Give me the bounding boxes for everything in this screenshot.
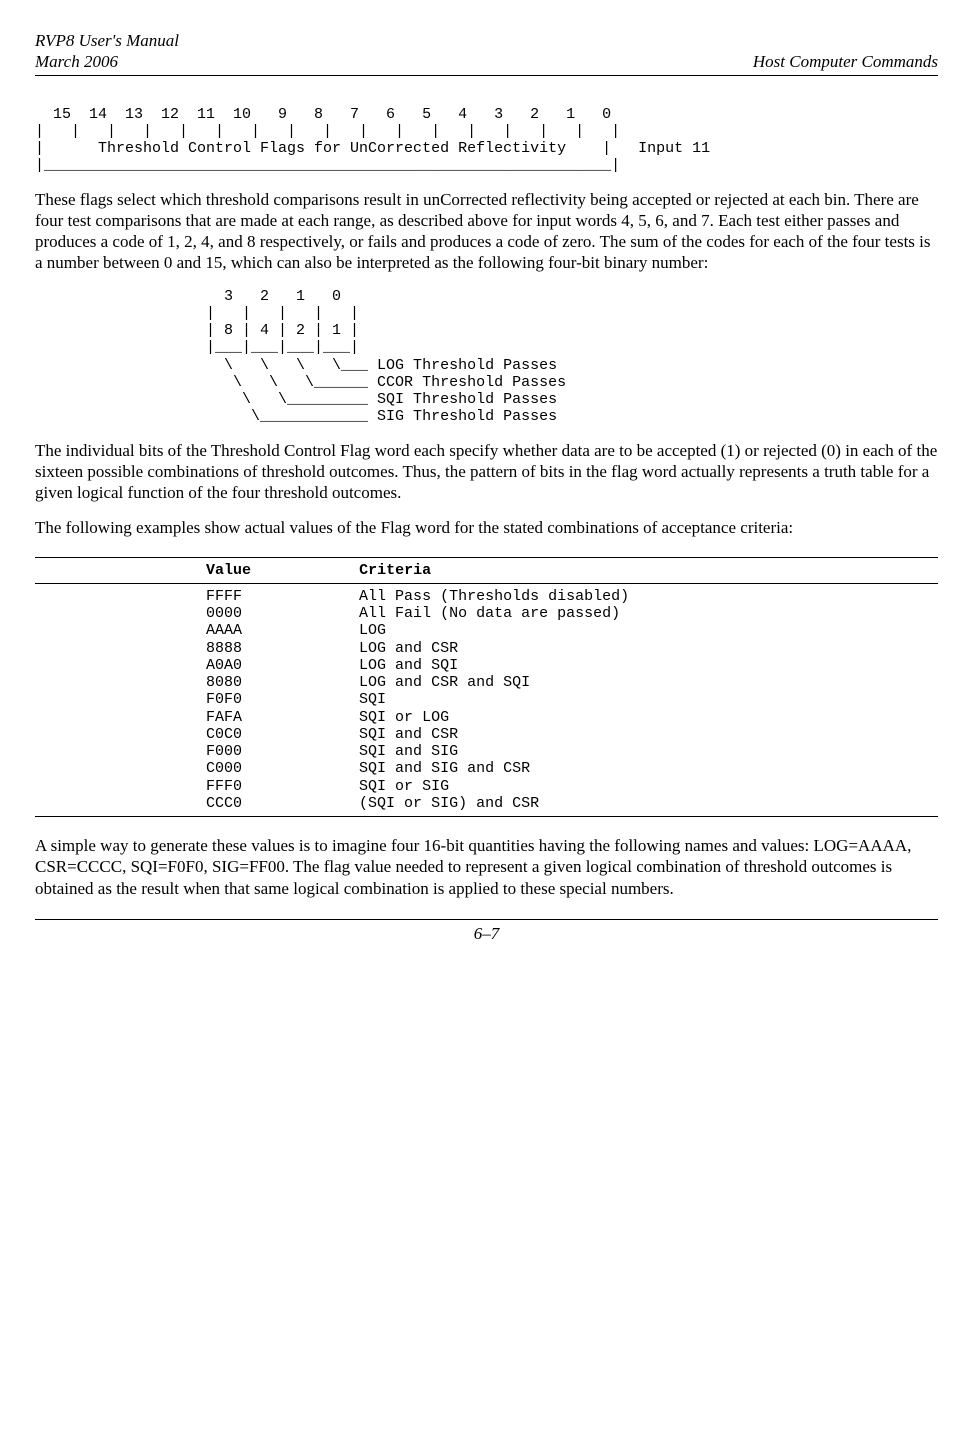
table-rule-top [35,557,938,558]
page-footer: 6–7 [35,919,938,944]
diag2-l2: | | | | | [35,305,359,322]
paragraph-bits-accept-reject: The individual bits of the Threshold Con… [35,440,938,504]
section-title: Host Computer Commands [753,51,938,72]
diag2-l1: 3 2 1 0 [35,288,359,305]
page-header: RVP8 User's Manual March 2006 Host Compu… [35,30,938,76]
bitfield-bottom-row: |_______________________________________… [35,157,620,174]
diag2-l8: \____________ SIG Threshold Passes [35,408,557,425]
bitfield-diagram-input11: 15 14 13 12 11 10 9 8 7 6 5 4 3 2 1 0 | … [35,106,938,175]
paragraph-examples-intro: The following examples show actual value… [35,517,938,538]
bitfield-bars-row: | | | | | | | | | | | | | | | | | [35,123,620,140]
col-header-criteria: Criteria [359,562,431,579]
diag2-l5: \ \ \ \___ LOG Threshold Passes [35,357,557,374]
header-right: Host Computer Commands [753,30,938,73]
manual-date: March 2006 [35,51,179,72]
diag2-l4: |___|___|___|___| [35,339,359,356]
diag2-l6: \ \ \______ CCOR Threshold Passes [35,374,566,391]
bitfield-bits-row: 15 14 13 12 11 10 9 8 7 6 5 4 3 2 1 0 [35,106,629,123]
table-body: FFFF All Pass (Thresholds disabled) 0000… [35,588,938,812]
paragraph-flags-explanation: These flags select which threshold compa… [35,189,938,274]
col-header-value: Value [206,562,251,579]
paragraph-generate-values: A simple way to generate these values is… [35,835,938,899]
bitfield-label-row: | Threshold Control Flags for UnCorrecte… [35,140,710,157]
table-rule-bottom [35,816,938,817]
diag2-l7: \ \_________ SQI Threshold Passes [35,391,557,408]
threshold-bits-diagram: 3 2 1 0 | | | | | | 8 | 4 | 2 | 1 | |___… [35,288,938,426]
page-number: 6–7 [474,924,500,943]
manual-title: RVP8 User's Manual [35,30,179,51]
value-criteria-table: Value Criteria FFFF All Pass (Thresholds… [35,557,938,818]
header-left: RVP8 User's Manual March 2006 [35,30,179,73]
table-header-row: Value Criteria [35,562,938,579]
diag2-l3: | 8 | 4 | 2 | 1 | [35,322,359,339]
table-rule-mid [35,583,938,584]
